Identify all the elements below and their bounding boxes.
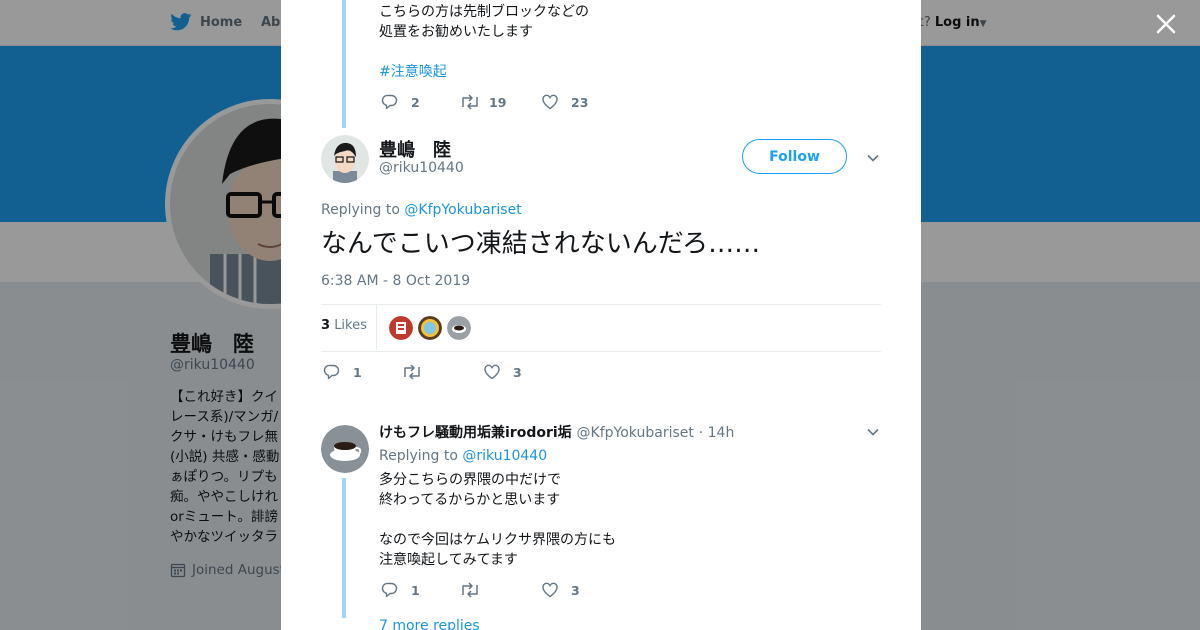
chevron-down-icon[interactable] [865,424,881,440]
prev-like-button[interactable]: 23 [541,93,588,111]
reply-icon [381,94,398,110]
main-like-count: 3 [513,364,522,380]
retweet-icon [404,364,420,380]
reply-tweet-avatar[interactable] [321,425,369,473]
prev-reply-count: 2 [411,94,420,110]
main-reply-button[interactable]: 1 [323,363,362,381]
thread-line-top [342,0,346,128]
prev-reply-button[interactable]: 2 [381,93,420,111]
reply-icon [323,364,340,380]
liker-avatar-image [389,316,413,340]
heart-icon [542,94,558,110]
reply-retweet-button[interactable] [459,581,481,599]
reply-tweet-header[interactable]: けもフレ騒動用垢兼irodori垢 @KfpYokubariset · 14h [379,422,734,442]
replying-to-link[interactable]: @riku10440 [462,448,547,464]
reply-like-count: 3 [571,582,580,598]
liker-avatar[interactable] [418,316,442,340]
reply-like-button[interactable]: 3 [541,581,580,599]
liker-avatar-image [447,316,471,340]
reply-time: · 14h [698,425,735,441]
divider [321,351,881,352]
main-reply-count: 1 [353,364,362,380]
reply-icon [381,582,398,598]
liker-avatar-image [418,316,442,340]
hashtag-link[interactable]: #注意喚起 [379,62,447,82]
main-tweet-text: なんでこいつ凍結されないんだろ…… [321,229,761,259]
tweet-modal: こちらの方は先制ブロックなどの 処置をお勧めいたします #注意喚起 2 19 2… [281,0,921,630]
user-avatar-image [321,135,369,183]
heart-icon [542,582,558,598]
main-tweet-author-handle[interactable]: @riku10440 [379,160,464,176]
heart-icon [484,364,500,380]
reply-text-line-2: 終わってるからかと思います [379,492,561,508]
coffee-cup-avatar-image [321,425,369,473]
reply-text-line-3: なので今回はケムリクサ界隈の方にも [379,532,617,548]
main-tweet-author-name[interactable]: 豊嶋 陸 [379,136,451,162]
replying-prefix: Replying to [379,448,458,464]
reply-text-line-1: 多分こちらの界隈の中だけで [379,472,561,488]
retweet-icon [462,94,478,110]
prev-retweet-button[interactable]: 19 [459,93,506,111]
main-retweet-button[interactable] [401,363,423,381]
reply-reply-count: 1 [411,582,420,598]
retweet-icon [462,582,478,598]
likes-stat-count: 3 [321,318,331,333]
replying-to-link[interactable]: @KfpYokubariset [404,202,521,218]
reply-text-line-4: 注意喚起してみてます [379,552,518,568]
likes-stat[interactable]: 3 Likes [321,318,367,333]
main-tweet-timestamp[interactable]: 6:38 AM - 8 Oct 2019 [321,273,470,289]
reply-author-handle: @KfpYokubariset [576,425,694,441]
prev-retweet-count: 19 [489,94,507,110]
chevron-down-icon[interactable] [865,150,881,166]
main-replying-to: Replying to @KfpYokubariset [321,202,522,218]
prev-like-count: 23 [571,94,589,110]
reply-reply-button[interactable]: 1 [381,581,420,599]
divider [321,304,881,305]
liker-avatar[interactable] [389,316,413,340]
prev-tweet-line-1: こちらの方は先制ブロックなどの [379,4,589,20]
likes-stat-label: Likes [334,318,367,333]
replying-prefix: Replying to [321,202,400,218]
more-replies-link[interactable]: 7 more replies [379,618,480,630]
main-like-button[interactable]: 3 [483,363,522,381]
follow-button[interactable]: Follow [742,139,847,174]
close-icon[interactable] [1154,12,1178,36]
reply-author-name: けもフレ騒動用垢兼irodori垢 [379,425,572,441]
main-tweet-avatar[interactable] [321,135,369,183]
reply-replying-to: Replying to @riku10440 [379,448,547,464]
prev-tweet-line-2: 処置をお勧めいたします [379,24,533,40]
liker-avatar[interactable] [447,316,471,340]
stat-separator [376,305,377,350]
thread-line-bottom [342,478,346,618]
